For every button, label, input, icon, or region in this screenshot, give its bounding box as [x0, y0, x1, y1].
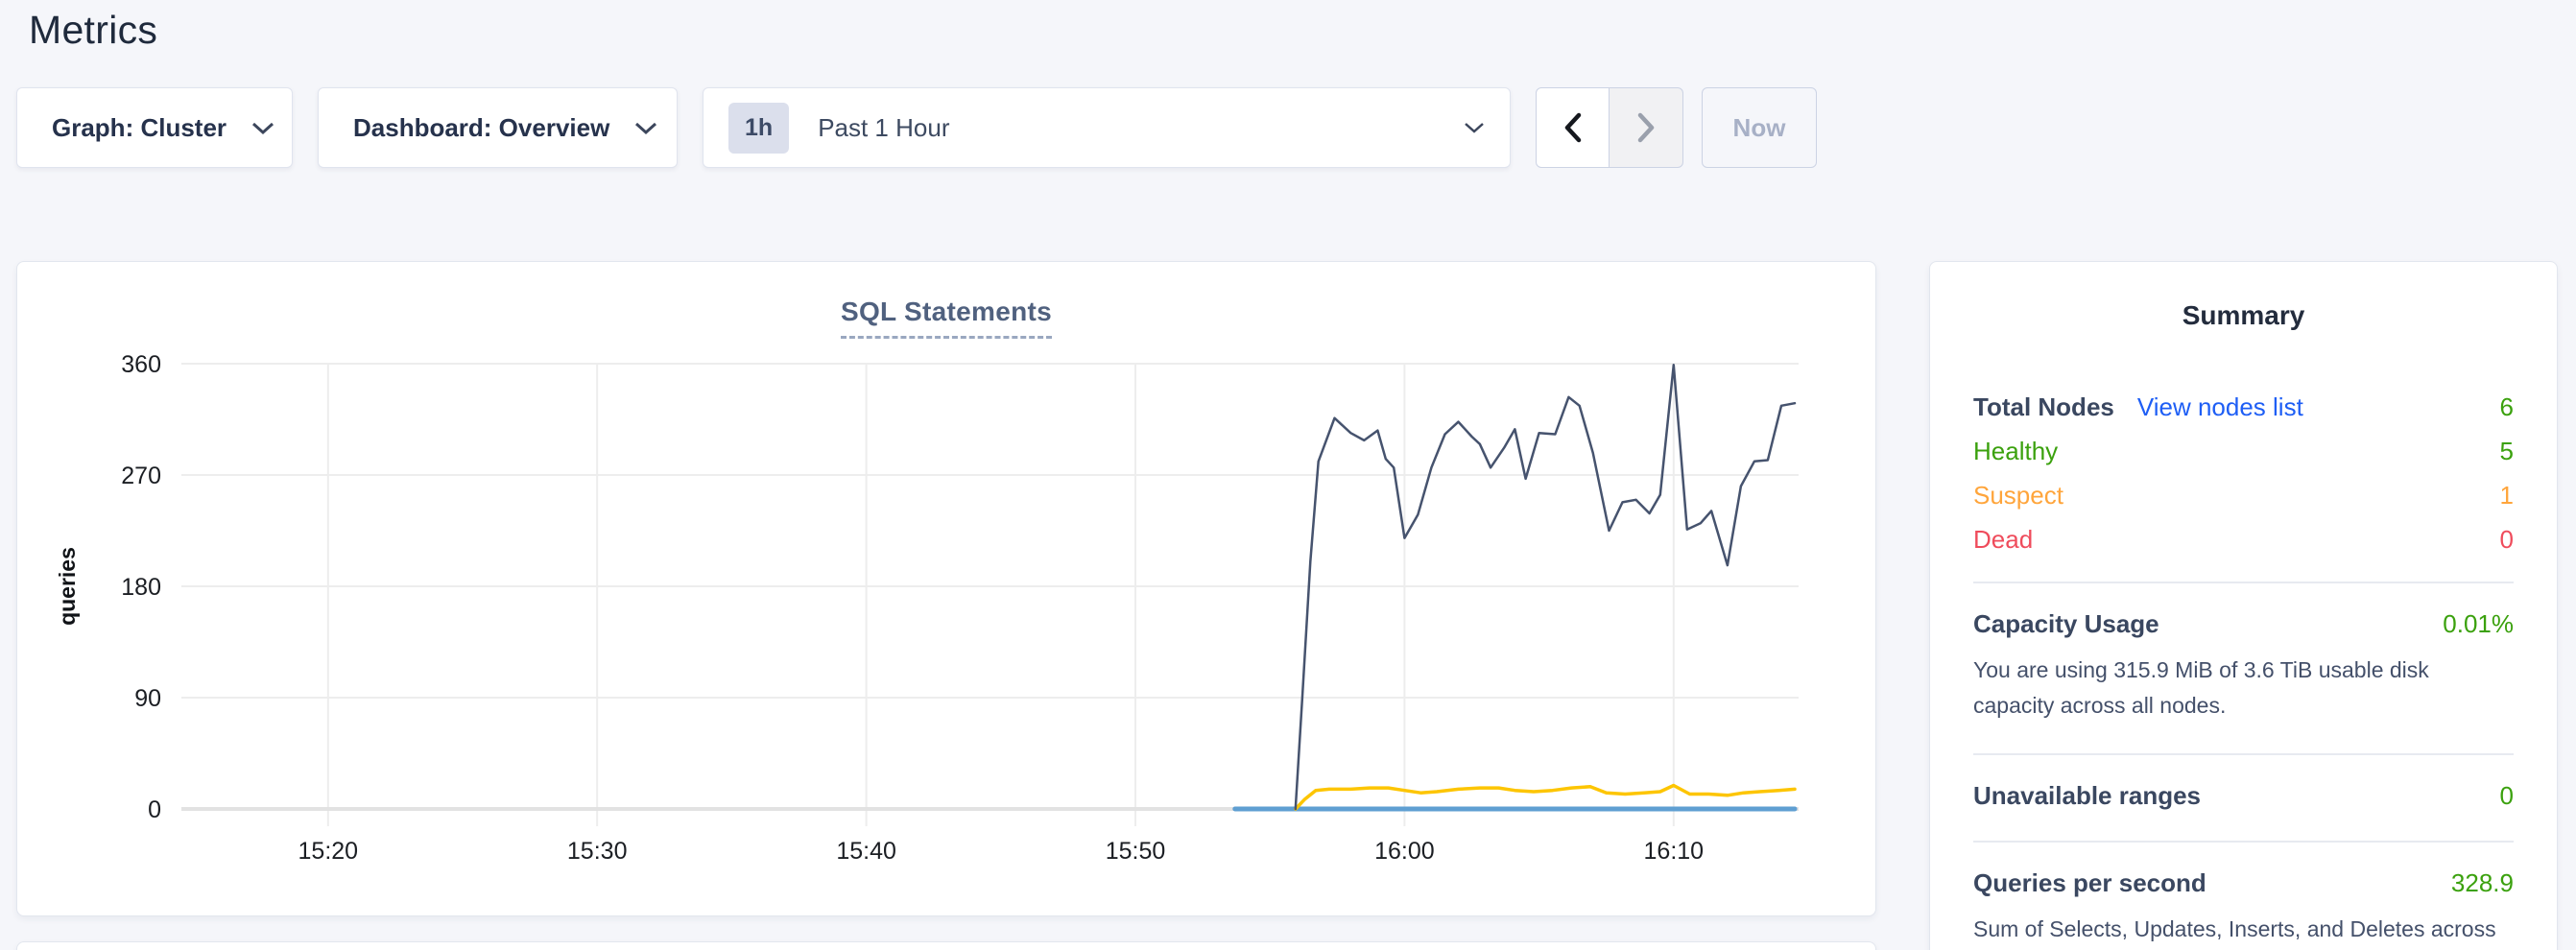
healthy-label: Healthy [1973, 437, 2058, 466]
suspect-nodes-row: Suspect 1 [1973, 473, 2514, 517]
queries-per-second-value: 328.9 [2451, 868, 2514, 898]
capacity-usage-description: You are using 315.9 MiB of 3.6 TiB usabl… [1973, 653, 2514, 724]
time-back-button[interactable] [1536, 87, 1610, 168]
view-nodes-list-link[interactable]: View nodes list [2137, 392, 2303, 422]
svg-text:16:00: 16:00 [1374, 838, 1435, 865]
svg-text:15:20: 15:20 [298, 838, 359, 865]
page-title: Metrics [29, 8, 157, 53]
dead-label: Dead [1973, 525, 2033, 555]
svg-text:0: 0 [148, 796, 161, 823]
chevron-right-icon [1633, 111, 1659, 144]
metrics-page: { "page": { "title": "Metrics" }, "contr… [0, 0, 2576, 950]
chart-title: SQL Statements [841, 297, 1052, 339]
suspect-value: 1 [2500, 481, 2514, 511]
svg-text:90: 90 [134, 685, 161, 712]
chart-title-wrap: SQL Statements [17, 262, 1875, 339]
suspect-label: Suspect [1973, 481, 2063, 511]
divider [1973, 841, 2514, 843]
graph-dropdown[interactable]: Graph: Cluster [16, 87, 293, 168]
svg-text:180: 180 [121, 574, 161, 601]
node-status-rows: Total Nodes View nodes list 6 Healthy 5 … [1973, 385, 2514, 561]
chevron-down-icon [634, 121, 657, 135]
chevron-down-icon [1464, 121, 1485, 134]
svg-text:15:30: 15:30 [567, 838, 628, 865]
now-button[interactable]: Now [1702, 87, 1817, 168]
chevron-left-icon [1560, 111, 1586, 144]
time-range-selector[interactable]: 1h Past 1 Hour [703, 87, 1511, 168]
time-nav-group [1536, 87, 1683, 168]
svg-text:15:40: 15:40 [836, 838, 896, 865]
summary-title: Summary [1973, 262, 2514, 331]
total-nodes-row: Total Nodes View nodes list 6 [1973, 385, 2514, 429]
time-range-badge: 1h [728, 103, 789, 154]
graph-dropdown-label: Graph: Cluster [52, 113, 227, 143]
dead-value: 0 [2500, 525, 2514, 555]
sql-statements-chart[interactable]: 15:20 15:30 15:40 15:50 16:00 16:10 0 90 180 270 3… [17, 348, 1877, 917]
svg-text:270: 270 [121, 463, 161, 489]
dashboard-dropdown[interactable]: Dashboard: Overview [318, 87, 678, 168]
svg-text:queries: queries [55, 547, 80, 626]
sql-statements-card: SQL Statements 15:20 15:30 15:40 15:50 16:00… [16, 261, 1876, 916]
queries-per-second-section: Queries per second 328.9 Sum of Selects,… [1973, 863, 2514, 950]
divider [1973, 582, 2514, 583]
unavailable-ranges-label: Unavailable ranges [1973, 781, 2201, 811]
total-nodes-value: 6 [2500, 392, 2514, 422]
summary-sidebar: Summary Total Nodes View nodes list 6 He… [1929, 261, 2558, 950]
unavailable-ranges-value: 0 [2500, 781, 2514, 811]
time-forward-button[interactable] [1610, 87, 1683, 168]
svg-text:15:50: 15:50 [1106, 838, 1166, 865]
capacity-usage-label: Capacity Usage [1973, 609, 2159, 639]
queries-per-second-label: Queries per second [1973, 868, 2206, 898]
controls-bar: Graph: Cluster Dashboard: Overview 1h Pa… [16, 87, 1817, 168]
capacity-usage-section: Capacity Usage 0.01% You are using 315.9… [1973, 604, 2514, 733]
svg-text:16:10: 16:10 [1644, 838, 1705, 865]
queries-per-second-description: Sum of Selects, Updates, Inserts, and De… [1973, 912, 2514, 950]
next-chart-card [16, 941, 1876, 950]
unavailable-ranges-section: Unavailable ranges 0 [1973, 775, 2514, 820]
divider [1973, 753, 2514, 755]
healthy-value: 5 [2500, 437, 2514, 466]
dashboard-dropdown-label: Dashboard: Overview [353, 113, 609, 143]
chevron-down-icon [251, 121, 274, 135]
capacity-usage-value: 0.01% [2443, 609, 2514, 639]
healthy-nodes-row: Healthy 5 [1973, 429, 2514, 473]
time-range-label: Past 1 Hour [818, 113, 949, 143]
dead-nodes-row: Dead 0 [1973, 517, 2514, 561]
svg-text:360: 360 [121, 351, 161, 378]
total-nodes-label: Total Nodes [1973, 392, 2114, 422]
